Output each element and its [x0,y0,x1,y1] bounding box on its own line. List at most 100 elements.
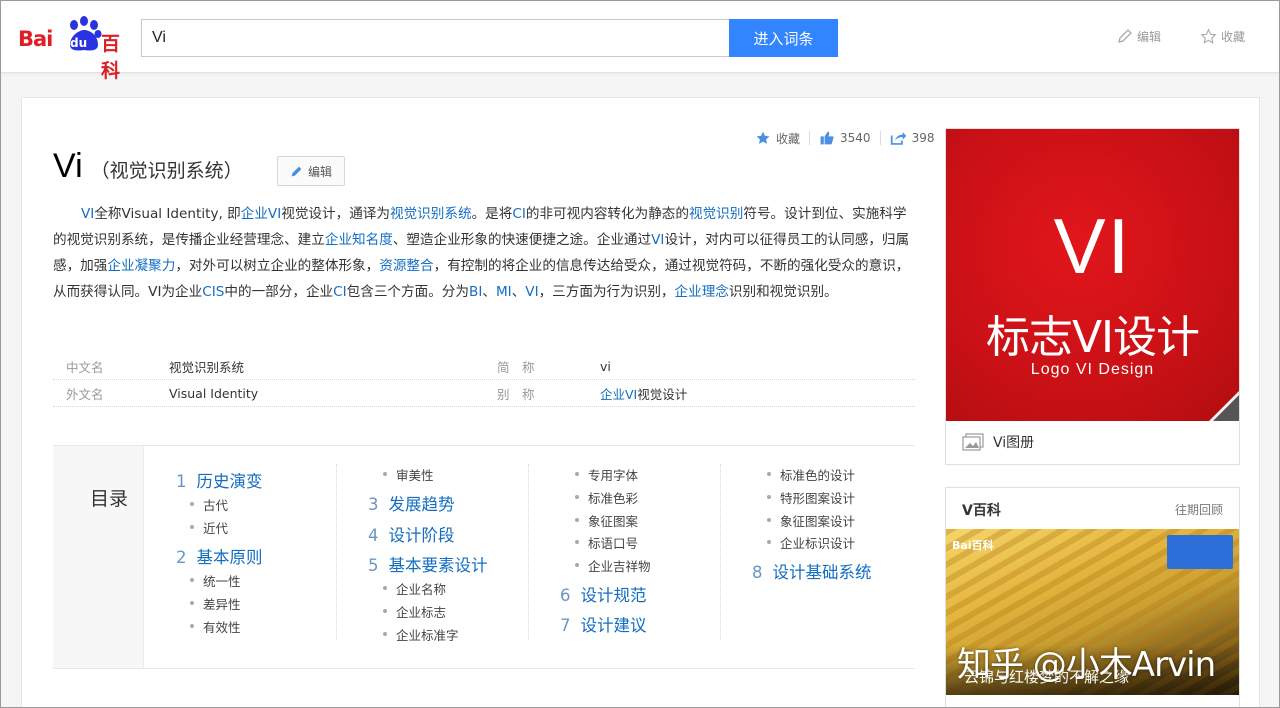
info-value-link[interactable]: 企业VI [600,387,637,402]
entry-title-main: Vi [53,147,83,185]
toc-section-5[interactable]: 5 基本要素设计 [368,552,488,576]
toc-section-8[interactable]: 8 设计基础系统 [752,559,872,583]
toc-subsection[interactable]: 有效性 [190,617,241,636]
toc-subsection[interactable]: 标准色的设计 [766,465,855,484]
toc-subsection[interactable]: 古代 [189,495,228,514]
stats-divider [879,131,881,145]
info-value: 企业VI视觉设计 [600,384,687,403]
toc-section-4[interactable]: 4 设计阶段 [368,522,455,546]
summary-link[interactable]: 视觉识别系统 [390,206,472,222]
favorite-label: 收藏 [776,131,801,146]
edit-entry-button[interactable]: 编辑 [277,156,345,186]
entry-stats: 收藏 3540 398 [755,127,934,149]
toc-heading: 目录 [90,488,129,510]
toc-subsection[interactable]: 标准色彩 [574,488,638,507]
top-edit-label: 编辑 [1137,29,1162,44]
summary-link[interactable]: VI [81,206,94,222]
summary-link[interactable]: 企业VI [241,206,282,222]
summary-text: 、 [482,284,496,300]
info-value: vi [600,358,611,374]
basic-info-row: 外文名 Visual Identity 别 称 企业VI视觉设计 [53,380,915,407]
summary-link[interactable]: 企业凝聚力 [107,258,175,274]
pencil-icon [291,166,302,176]
toc-subsection[interactable]: 企业标志 [382,602,446,621]
album-image[interactable]: VI 标志VI设计 Logo VI Design [946,129,1239,421]
toc-subsection[interactable]: 象征图案设计 [766,511,855,530]
stats-divider [809,131,811,145]
summary-text: 识别和视觉识别。 [728,284,838,300]
page-curl-shadow [1213,395,1239,421]
summary-link[interactable]: 视觉识别 [689,206,743,222]
summary-link[interactable]: VI [651,232,664,248]
logo-du-text: du [70,36,88,50]
enter-entry-button[interactable]: 进入词条 [729,19,838,57]
like-button[interactable]: 3540 [819,130,871,146]
share-button[interactable]: 398 [890,130,935,146]
top-favorite-link[interactable]: 收藏 [1200,25,1245,47]
summary-text: 、塑造企业形象的快速便捷之途。企业通过 [392,232,652,248]
logo-bai-text: Bai [18,27,53,51]
toc-subsection[interactable]: 企业名称 [382,579,446,598]
toc-divider [720,464,721,640]
info-value-text: 视觉设计 [637,386,688,402]
top-bar: Bai du 百科 进入词条 编辑 收藏 [1,1,1279,82]
baidu-baike-logo[interactable]: Bai du 百科 [18,15,133,82]
toc-subsection[interactable]: 特形图案设计 [766,488,855,507]
toc-section-7[interactable]: 7 设计建议 [560,612,647,636]
summary-text: 中的一部分，企业 [224,284,334,300]
toc-subsection[interactable]: 企业吉祥物 [575,556,651,575]
toc-section-2[interactable]: 2 基本原则 [176,544,263,568]
toc-subsection[interactable]: 企业标准字 [383,625,459,644]
summary-link[interactable]: 资源整合 [379,258,433,274]
browser-frame: Bai du 百科 进入词条 编辑 收藏 [0,0,1280,708]
summary-link[interactable]: CIS [202,284,224,300]
summary-text: ，对外可以树立企业的整体形象， [175,258,380,274]
toc-section-3[interactable]: 3 发展趋势 [368,491,455,515]
summary-link[interactable]: CI [333,284,347,300]
toc-subsection[interactable]: 专用字体 [574,465,638,484]
info-key: 外文名 [66,386,104,402]
search-input[interactable] [141,19,731,57]
summary-link[interactable]: CI [512,206,526,222]
toc-divider [336,464,337,640]
basic-info-row: 中文名 视觉识别系统 简 称 vi [53,353,915,380]
zhihu-watermark: 知乎 @小木Arvin [957,645,1216,685]
top-favorite-label: 收藏 [1221,29,1246,44]
info-key: 简 称 [497,359,535,375]
toc-subsection[interactable]: 统一性 [190,571,241,590]
toc-subsection[interactable]: 标语口号 [574,533,638,552]
summary-text: 视觉设计，通译为 [281,206,390,222]
image-baidu-logo: Bai百科 [952,539,994,552]
edit-entry-label: 编辑 [307,164,332,179]
summary-text: 的非可视内容转化为静态的 [525,206,689,222]
summary-link[interactable]: 企业理念 [675,284,729,300]
star-icon [756,131,770,144]
album-image-tagline: Logo VI Design [1030,361,1155,378]
toc-subsection[interactable]: 近代 [189,518,228,537]
toc-subsection[interactable]: 企业标识设计 [766,533,855,552]
summary-text: 全称Visual Identity, 即 [94,206,241,222]
toc-subsection[interactable]: 象征图案 [574,511,638,530]
like-count: 3540 [840,131,871,145]
summary-text: ，三方面为行为识别， [538,284,675,300]
summary-link[interactable]: 企业知名度 [325,232,393,248]
summary-link[interactable]: MI [496,284,512,300]
toc-section-1[interactable]: 1 历史演变 [176,468,263,492]
album-card[interactable]: VI 标志VI设计 Logo VI Design Vi图册 [945,128,1240,465]
summary-link[interactable]: BI [469,284,482,300]
info-value-link[interactable]: 视觉识别系统 [169,357,244,376]
gallery-icon [962,433,984,451]
toc-section-6[interactable]: 6 设计规范 [560,582,647,606]
top-edit-link[interactable]: 编辑 [1117,25,1161,47]
summary-link[interactable]: VI [525,284,538,300]
favorite-button[interactable]: 收藏 [755,130,800,147]
toc-heading-panel: 目录 [53,446,144,668]
share-count: 398 [911,131,935,145]
past-issues-link[interactable]: 往期回顾 [1175,501,1223,518]
summary-text: 。是将 [471,206,513,222]
toc-subsection[interactable]: 审美性 [383,465,434,484]
album-caption[interactable]: Vi图册 [962,432,1034,452]
toc-subsection[interactable]: 差异性 [190,594,241,613]
entry-summary: VI全称Visual Identity, 即企业VI视觉设计，通译为视觉识别系统… [53,201,915,305]
summary-text: 、 [511,284,526,300]
